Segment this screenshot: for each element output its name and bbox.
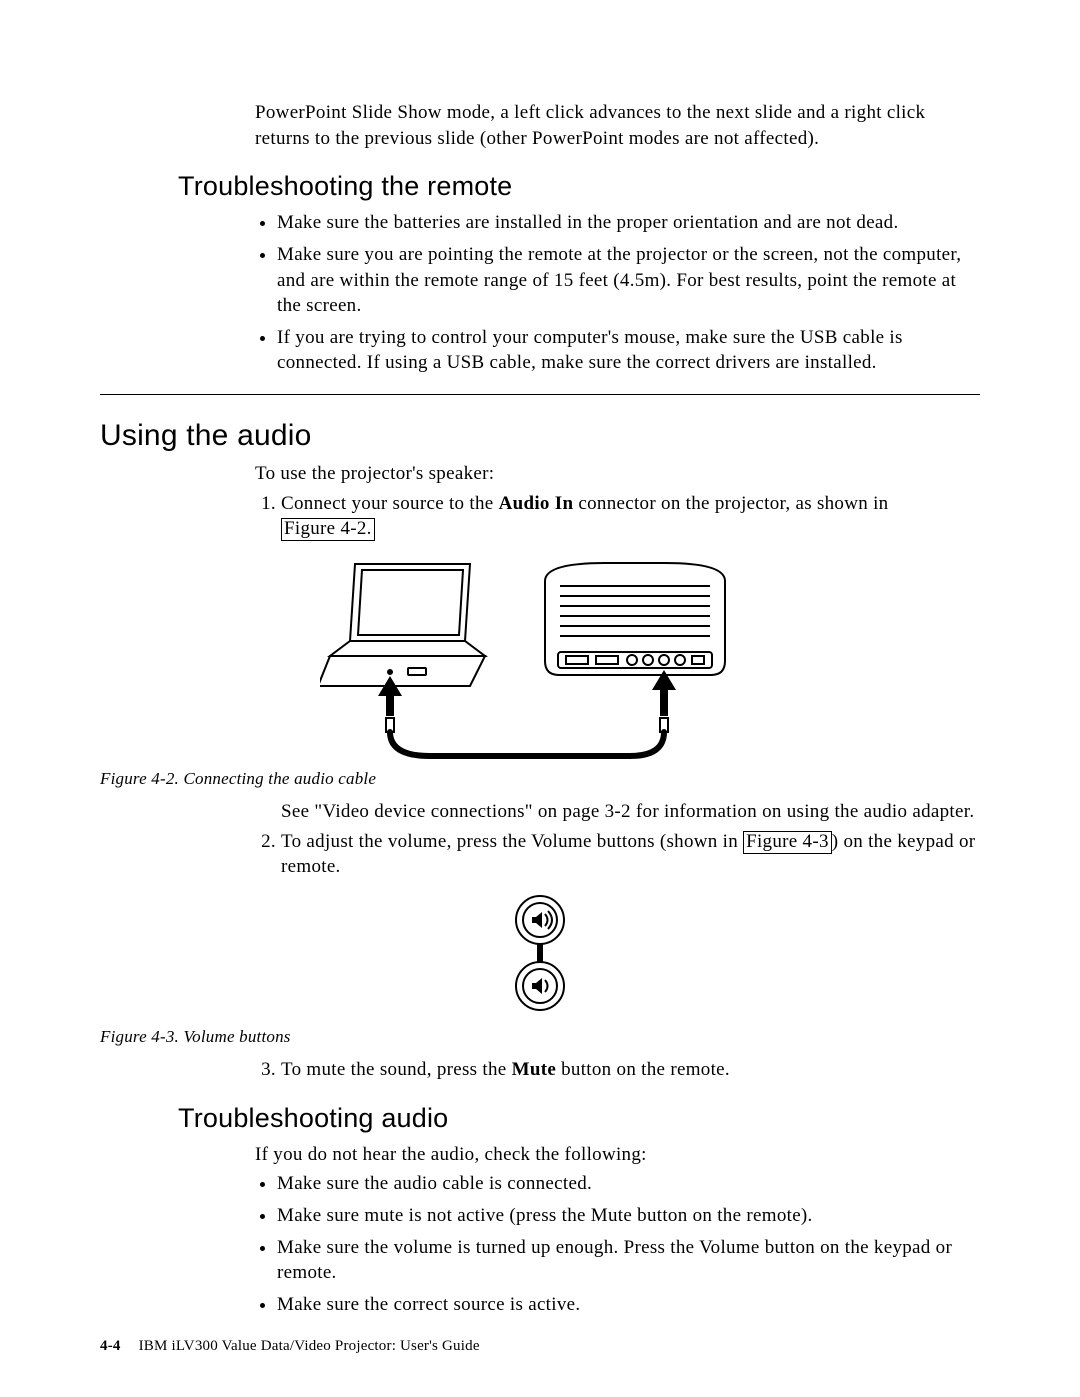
figure-4-2 <box>100 556 980 761</box>
figure-4-3 <box>100 894 980 1019</box>
step1-bold: Audio In <box>499 493 574 514</box>
list-item: To mute the sound, press the Mute button… <box>281 1057 980 1083</box>
footer-title: IBM iLV300 Value Data/Video Projector: U… <box>139 1338 480 1354</box>
figure-4-2-caption: Figure 4-2. Connecting the audio cable <box>100 769 980 789</box>
page-footer: 4-4 IBM iLV300 Value Data/Video Projecto… <box>100 1338 980 1355</box>
list-item: Make sure the correct source is active. <box>277 1292 980 1318</box>
step3-pre: To mute the sound, press the <box>281 1059 512 1080</box>
list-item: Connect your source to the Audio In conn… <box>281 491 980 542</box>
list-item: Make sure you are pointing the remote at… <box>277 242 980 319</box>
audio-cable-illustration <box>320 556 760 761</box>
list-item: Make sure the batteries are installed in… <box>277 210 980 236</box>
intro-paragraph: PowerPoint Slide Show mode, a left click… <box>255 100 980 151</box>
step1-pre: Connect your source to the <box>281 493 499 514</box>
list-item: To adjust the volume, press the Volume b… <box>281 829 980 880</box>
step3-bold: Mute <box>512 1059 556 1080</box>
figure-4-3-caption: Figure 4-3. Volume buttons <box>100 1027 980 1047</box>
audio-trouble-intro: If you do not hear the audio, check the … <box>255 1142 980 1168</box>
remote-bullet-list: Make sure the batteries are installed in… <box>255 210 980 376</box>
audio-trouble-bullets: Make sure the audio cable is connected. … <box>255 1171 980 1317</box>
audio-steps-1: Connect your source to the Audio In conn… <box>255 491 980 542</box>
list-item: Make sure the volume is turned up enough… <box>277 1235 980 1286</box>
list-item: Make sure the audio cable is connected. <box>277 1171 980 1197</box>
list-item: If you are trying to control your comput… <box>277 325 980 376</box>
section-divider <box>100 394 980 395</box>
heading-troubleshooting-audio: Troubleshooting audio <box>178 1103 980 1134</box>
step3-post: button on the remote. <box>556 1059 730 1080</box>
page-number: 4-4 <box>100 1338 121 1354</box>
list-item: Make sure mute is not active (press the … <box>277 1203 980 1229</box>
after-fig42-para: See "Video device connections" on page 3… <box>281 799 980 825</box>
figure-4-3-link[interactable]: Figure 4-3 <box>743 831 832 854</box>
heading-troubleshooting-remote: Troubleshooting the remote <box>178 171 980 202</box>
audio-steps-2: To adjust the volume, press the Volume b… <box>255 829 980 880</box>
audio-steps-3: To mute the sound, press the Mute button… <box>255 1057 980 1083</box>
figure-4-2-link[interactable]: Figure 4-2. <box>281 518 375 541</box>
audio-intro: To use the projector's speaker: <box>255 461 980 487</box>
step2-pre: To adjust the volume, press the Volume b… <box>281 831 743 852</box>
heading-using-audio: Using the audio <box>100 419 980 453</box>
volume-buttons-illustration <box>510 894 570 1019</box>
page: PowerPoint Slide Show mode, a left click… <box>0 0 1080 1397</box>
step1-post: connector on the projector, as shown in <box>573 493 888 514</box>
